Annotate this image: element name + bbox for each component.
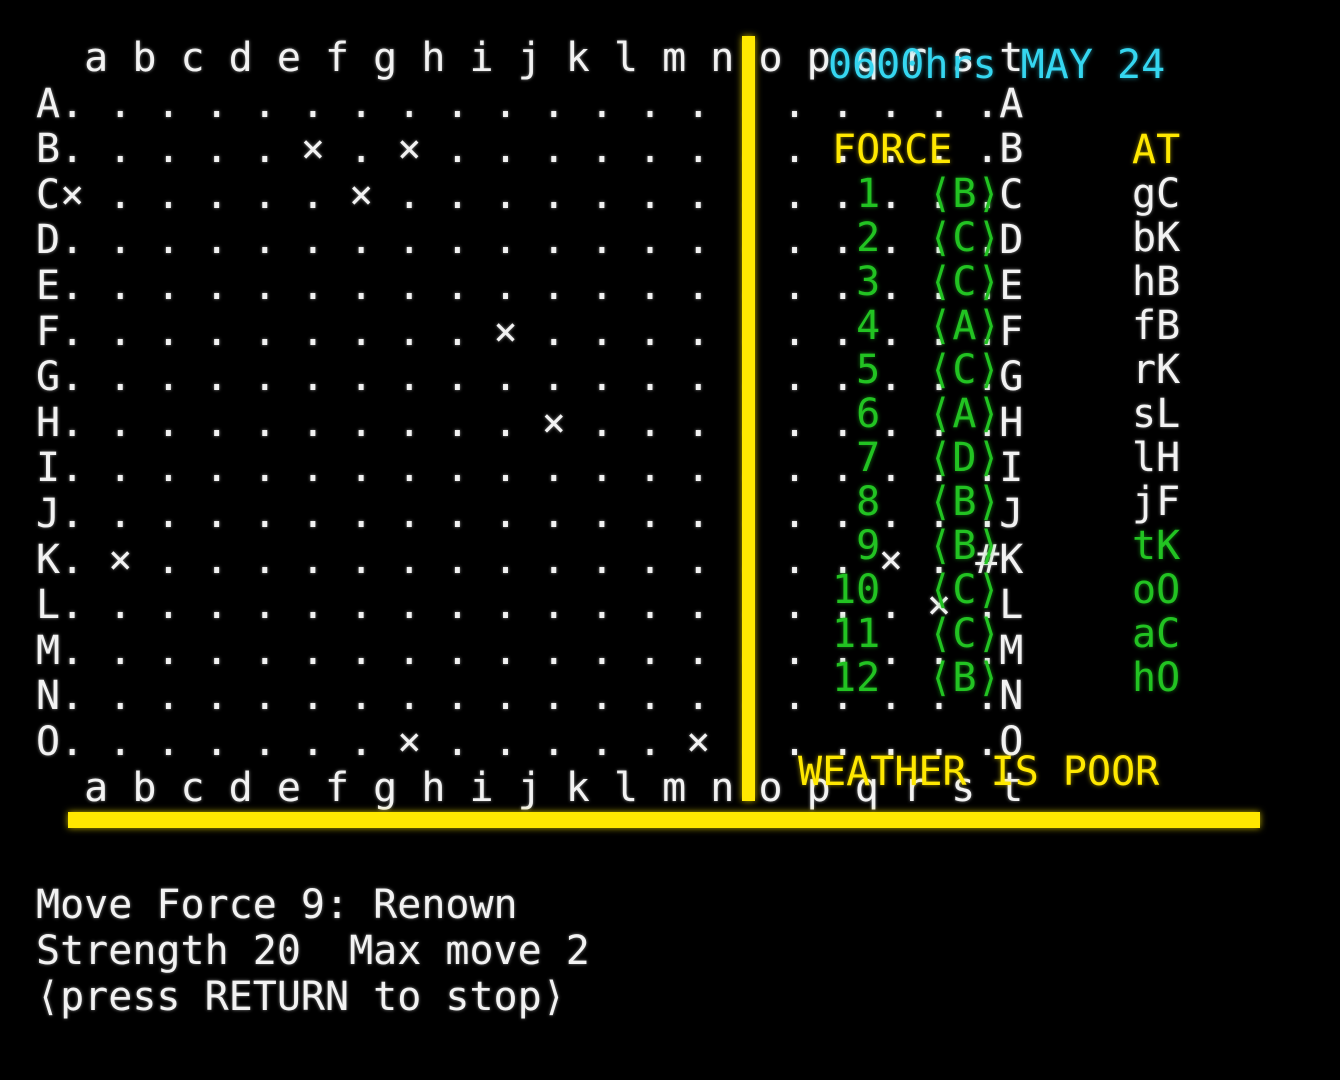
horizontal-divider (68, 812, 1260, 828)
force-label: 2 ⟨C⟩ (832, 215, 1001, 261)
map-row: O. . . . . . . × . . . . . × . . . . . .… (36, 718, 1024, 765)
weather-status: WEATHER IS POOR (798, 749, 1160, 795)
force-table-body: 1 ⟨B⟩ gC 2 ⟨C⟩ bK 3 ⟨C⟩ hB 4 ⟨A⟩ fB 5 ⟨C⟩ rK … (832, 172, 1282, 700)
force-row[interactable]: 9 ⟨B⟩ tK (832, 524, 1282, 568)
force-label: 10 ⟨C⟩ (832, 567, 1001, 613)
map-column-header-bottom: a b c d e f g h i j k l m n o p q r s t (36, 764, 1024, 811)
force-row[interactable]: 2 ⟨C⟩ bK (832, 216, 1282, 260)
force-label: 4 ⟨A⟩ (832, 303, 1001, 349)
map-row: K. × . . . . . . . . . . . . . . . × . #… (36, 536, 1024, 583)
force-position: aC (1132, 611, 1181, 657)
force-table: FORCE AT 1 ⟨B⟩ gC 2 ⟨C⟩ bK 3 ⟨C⟩ hB 4 ⟨A⟩ fB… (832, 128, 1282, 700)
force-label: 6 ⟨A⟩ (832, 391, 1001, 437)
force-row[interactable]: 11 ⟨C⟩ aC (832, 612, 1282, 656)
force-column-header: FORCE (832, 127, 953, 173)
force-row[interactable]: 7 ⟨D⟩ lH (832, 436, 1282, 480)
force-label: 5 ⟨C⟩ (832, 347, 1001, 393)
prompt-line-move-order: Move Force 9: Renown (36, 882, 518, 928)
force-position: sL (1132, 391, 1181, 437)
force-row[interactable]: 6 ⟨A⟩ sL (832, 392, 1282, 436)
map-row: J. . . . . . . . . . . . . . . . . . . .… (36, 490, 1024, 537)
force-row[interactable]: 10 ⟨C⟩ oO (832, 568, 1282, 612)
force-label: 7 ⟨D⟩ (832, 435, 1001, 481)
force-row[interactable]: 8 ⟨B⟩ jF (832, 480, 1282, 524)
force-label: 11 ⟨C⟩ (832, 611, 1001, 657)
force-position: jF (1132, 479, 1181, 525)
map-row: F. . . . . . . . . × . . . . . . . . . .… (36, 308, 1024, 355)
force-position: hB (1132, 259, 1181, 305)
terminal-screen: a b c d e f g h i j k l m n o p q r s t … (0, 0, 1340, 1080)
map-row: M. . . . . . . . . . . . . . . . . . . .… (36, 627, 1024, 674)
map-row: D. . . . . . . . . . . . . . . . . . . .… (36, 217, 1024, 264)
force-position: hO (1132, 655, 1181, 701)
force-row[interactable]: 3 ⟨C⟩ hB (832, 260, 1282, 304)
force-label: 12 ⟨B⟩ (832, 655, 1001, 701)
map-row: E. . . . . . . . . . . . . . . . . . . .… (36, 262, 1024, 309)
force-label: 9 ⟨B⟩ (832, 523, 1001, 569)
map-row: A. . . . . . . . . . . . . . . . . . . .… (36, 80, 1024, 127)
force-position: gC (1132, 171, 1181, 217)
force-position: bK (1132, 215, 1181, 261)
map-row: I. . . . . . . . . . . . . . . . . . . .… (36, 445, 1024, 492)
map-grid: A. . . . . . . . . . . . . . . . . . . .… (36, 80, 1024, 766)
map-row: L. . . . . . . . . . . . . . . . . . × .… (36, 582, 1024, 629)
force-row[interactable]: 1 ⟨B⟩ gC (832, 172, 1282, 216)
force-position: rK (1132, 347, 1181, 393)
force-label: 3 ⟨C⟩ (832, 259, 1001, 305)
map-row: B. . . . . × . × . . . . . . . . . . . .… (36, 126, 1024, 173)
force-row[interactable]: 12 ⟨B⟩ hO (832, 656, 1282, 700)
map-row: G. . . . . . . . . . . . . . . . . . . .… (36, 354, 1024, 401)
force-row[interactable]: 5 ⟨C⟩ rK (832, 348, 1282, 392)
vertical-divider (742, 36, 755, 801)
force-position: tK (1132, 523, 1181, 569)
tactical-map-panel: a b c d e f g h i j k l m n o p q r s t … (36, 35, 1024, 810)
datetime-display: 0600hrs MAY 24 (828, 42, 1166, 88)
at-column-header: AT (1132, 127, 1181, 173)
map-column-header-top: a b c d e f g h i j k l m n o p q r s t (36, 35, 1024, 81)
map-row: C× . . . . . × . . . . . . . . . . . . .… (36, 171, 1024, 218)
force-row[interactable]: 4 ⟨A⟩ fB (832, 304, 1282, 348)
force-label: 8 ⟨B⟩ (832, 479, 1001, 525)
prompt-line-strength-move: Strength 20 Max move 2 (36, 928, 590, 974)
force-label: 1 ⟨B⟩ (832, 171, 1001, 217)
prompt-line-instruction: ⟨press RETURN to stop⟩ (36, 974, 566, 1020)
force-position: lH (1132, 435, 1181, 481)
map-row: H. . . . . . . . . . × . . . . . . . . .… (36, 399, 1024, 446)
status-panel: 0600hrs MAY 24 FORCE AT 1 ⟨B⟩ gC 2 ⟨C⟩ bK … (780, 36, 1280, 801)
force-position: oO (1132, 567, 1181, 613)
command-prompt-panel[interactable]: Move Force 9: Renown Strength 20 Max mov… (36, 882, 1036, 1020)
force-position: fB (1132, 303, 1181, 349)
force-table-header: FORCE AT (832, 128, 1282, 172)
map-row: N. . . . . . . . . . . . . . . . . . . .… (36, 673, 1024, 720)
